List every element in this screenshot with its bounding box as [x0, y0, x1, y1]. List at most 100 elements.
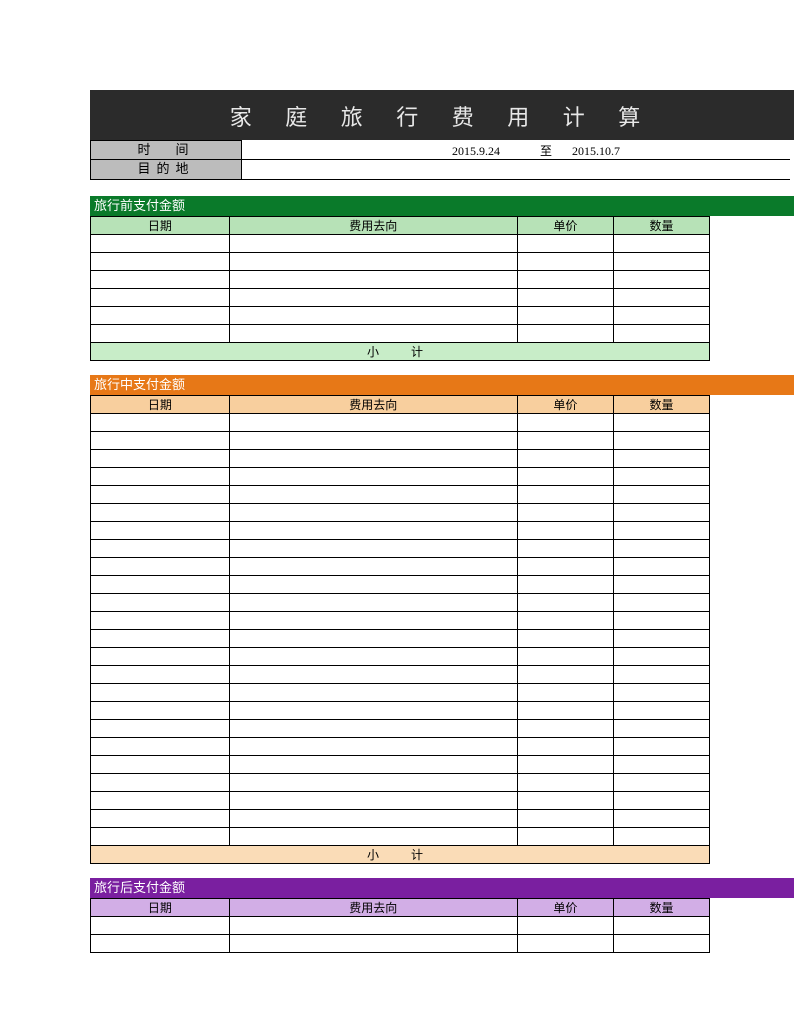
cell[interactable] [91, 756, 230, 774]
cell[interactable] [517, 612, 613, 630]
cell[interactable] [613, 522, 709, 540]
cell[interactable] [229, 720, 517, 738]
cell[interactable] [91, 540, 230, 558]
cell[interactable] [517, 792, 613, 810]
cell[interactable] [229, 666, 517, 684]
cell[interactable] [91, 666, 230, 684]
cell[interactable] [229, 648, 517, 666]
cell[interactable] [91, 774, 230, 792]
cell[interactable] [229, 792, 517, 810]
cell[interactable] [91, 935, 230, 953]
cell[interactable] [613, 792, 709, 810]
cell[interactable] [517, 917, 613, 935]
cell[interactable] [517, 450, 613, 468]
cell[interactable] [613, 576, 709, 594]
cell[interactable] [91, 648, 230, 666]
cell[interactable] [91, 630, 230, 648]
cell[interactable] [517, 684, 613, 702]
cell[interactable] [91, 486, 230, 504]
cell[interactable] [613, 307, 709, 325]
cell[interactable] [517, 325, 613, 343]
cell[interactable] [229, 810, 517, 828]
cell[interactable] [613, 810, 709, 828]
cell[interactable] [517, 828, 613, 846]
cell[interactable] [91, 235, 230, 253]
cell[interactable] [517, 702, 613, 720]
cell[interactable] [91, 432, 230, 450]
cell[interactable] [229, 576, 517, 594]
cell[interactable] [613, 504, 709, 522]
cell[interactable] [517, 558, 613, 576]
cell[interactable] [613, 450, 709, 468]
cell[interactable] [91, 450, 230, 468]
cell[interactable] [613, 720, 709, 738]
cell[interactable] [229, 594, 517, 612]
cell[interactable] [229, 774, 517, 792]
cell[interactable] [613, 594, 709, 612]
cell[interactable] [517, 594, 613, 612]
cell[interactable] [517, 289, 613, 307]
cell[interactable] [517, 540, 613, 558]
cell[interactable] [229, 756, 517, 774]
cell[interactable] [613, 702, 709, 720]
cell[interactable] [517, 935, 613, 953]
cell[interactable] [91, 684, 230, 702]
cell[interactable] [91, 253, 230, 271]
cell[interactable] [613, 756, 709, 774]
cell[interactable] [229, 450, 517, 468]
cell[interactable] [517, 486, 613, 504]
cell[interactable] [517, 235, 613, 253]
cell[interactable] [517, 738, 613, 756]
cell[interactable] [613, 917, 709, 935]
cell[interactable] [613, 271, 709, 289]
cell[interactable] [91, 414, 230, 432]
cell[interactable] [517, 666, 613, 684]
cell[interactable] [517, 414, 613, 432]
cell[interactable] [613, 414, 709, 432]
cell[interactable] [613, 612, 709, 630]
cell[interactable] [517, 504, 613, 522]
cell[interactable] [517, 468, 613, 486]
cell[interactable] [229, 702, 517, 720]
cell[interactable] [229, 325, 517, 343]
cell[interactable] [229, 738, 517, 756]
cell[interactable] [91, 504, 230, 522]
cell[interactable] [229, 468, 517, 486]
cell[interactable] [613, 648, 709, 666]
cell[interactable] [613, 432, 709, 450]
cell[interactable] [613, 289, 709, 307]
cell[interactable] [229, 684, 517, 702]
cell[interactable] [229, 558, 517, 576]
cell[interactable] [229, 486, 517, 504]
cell[interactable] [613, 468, 709, 486]
cell[interactable] [229, 540, 517, 558]
cell[interactable] [91, 576, 230, 594]
cell[interactable] [613, 684, 709, 702]
cell[interactable] [229, 235, 517, 253]
cell[interactable] [91, 289, 230, 307]
cell[interactable] [229, 828, 517, 846]
cell[interactable] [229, 935, 517, 953]
cell[interactable] [91, 612, 230, 630]
cell[interactable] [229, 504, 517, 522]
cell[interactable] [91, 917, 230, 935]
cell[interactable] [229, 289, 517, 307]
cell[interactable] [91, 522, 230, 540]
cell[interactable] [517, 271, 613, 289]
cell[interactable] [613, 486, 709, 504]
cell[interactable] [91, 594, 230, 612]
cell[interactable] [91, 558, 230, 576]
cell[interactable] [91, 271, 230, 289]
cell[interactable] [517, 576, 613, 594]
cell[interactable] [613, 738, 709, 756]
cell[interactable] [91, 828, 230, 846]
cell[interactable] [613, 325, 709, 343]
cell[interactable] [613, 828, 709, 846]
cell[interactable] [613, 935, 709, 953]
cell[interactable] [517, 307, 613, 325]
cell[interactable] [613, 630, 709, 648]
cell[interactable] [517, 648, 613, 666]
cell[interactable] [613, 666, 709, 684]
cell[interactable] [517, 774, 613, 792]
cell[interactable] [91, 325, 230, 343]
